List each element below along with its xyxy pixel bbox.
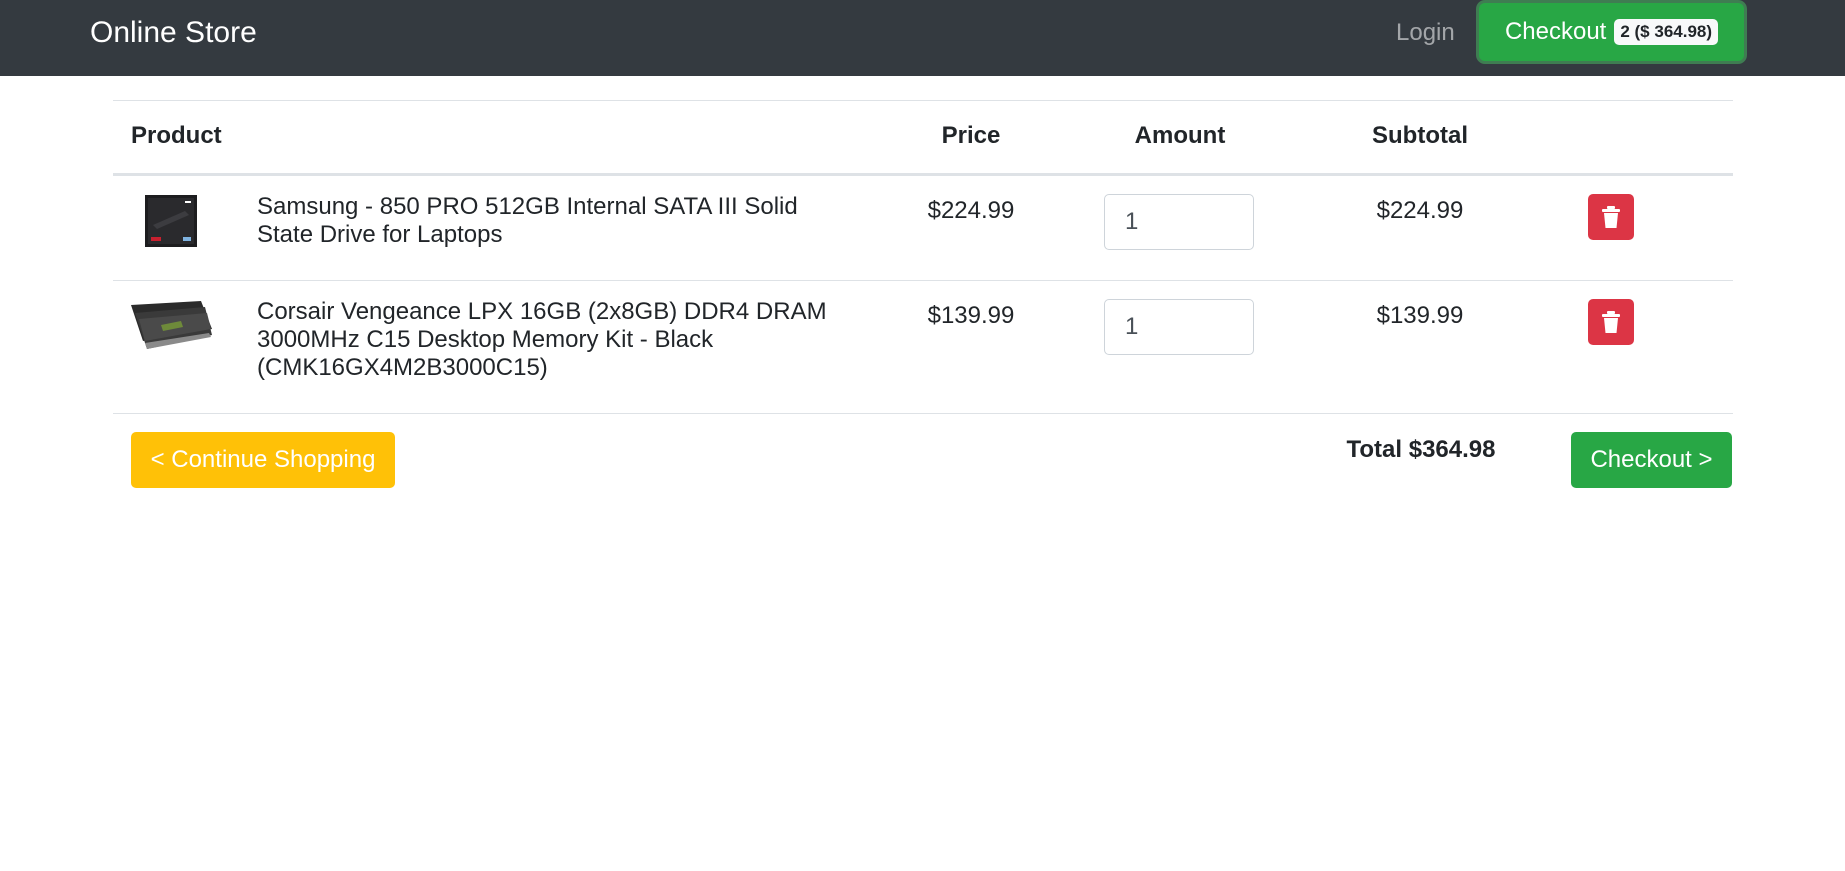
product-price: $224.99 xyxy=(927,197,1015,224)
product-name[interactable]: Corsair Vengeance LPX 16GB (2x8GB) DDR4 … xyxy=(257,298,837,382)
checkout-button[interactable]: Checkout > xyxy=(1571,432,1732,488)
cart-badge: 2 ($ 364.98) xyxy=(1614,19,1719,45)
row-divider xyxy=(113,413,1733,414)
header-price: Price xyxy=(941,122,1001,149)
product-subtotal: $139.99 xyxy=(1376,302,1464,329)
trash-icon xyxy=(1602,206,1620,228)
navbar: Online Store Login Checkout 2 ($ 364.98) xyxy=(0,0,1845,76)
trash-icon xyxy=(1602,311,1620,333)
login-link[interactable]: Login xyxy=(1396,0,1455,66)
ram-product-image xyxy=(131,299,212,353)
quantity-input[interactable] xyxy=(1104,194,1254,250)
cart-total: Total $364.98 xyxy=(1346,436,1496,463)
brand-title[interactable]: Online Store xyxy=(90,0,257,66)
row-divider xyxy=(113,280,1733,281)
ssd-product-image xyxy=(145,195,197,247)
product-name[interactable]: Samsung - 850 PRO 512GB Internal SATA II… xyxy=(257,193,837,249)
table-top-border xyxy=(113,100,1733,101)
continue-shopping-button[interactable]: < Continue Shopping xyxy=(131,432,395,488)
product-subtotal: $224.99 xyxy=(1376,197,1464,224)
quantity-input[interactable] xyxy=(1104,299,1254,355)
table-header-divider xyxy=(113,173,1733,176)
header-amount: Amount xyxy=(1134,122,1226,149)
nav-checkout-button[interactable]: Checkout 2 ($ 364.98) xyxy=(1479,3,1744,61)
header-subtotal: Subtotal xyxy=(1372,122,1468,149)
product-price: $139.99 xyxy=(927,302,1015,329)
delete-button[interactable] xyxy=(1588,194,1634,240)
nav-checkout-label: Checkout xyxy=(1504,18,1607,45)
header-product: Product xyxy=(131,122,222,149)
delete-button[interactable] xyxy=(1588,299,1634,345)
